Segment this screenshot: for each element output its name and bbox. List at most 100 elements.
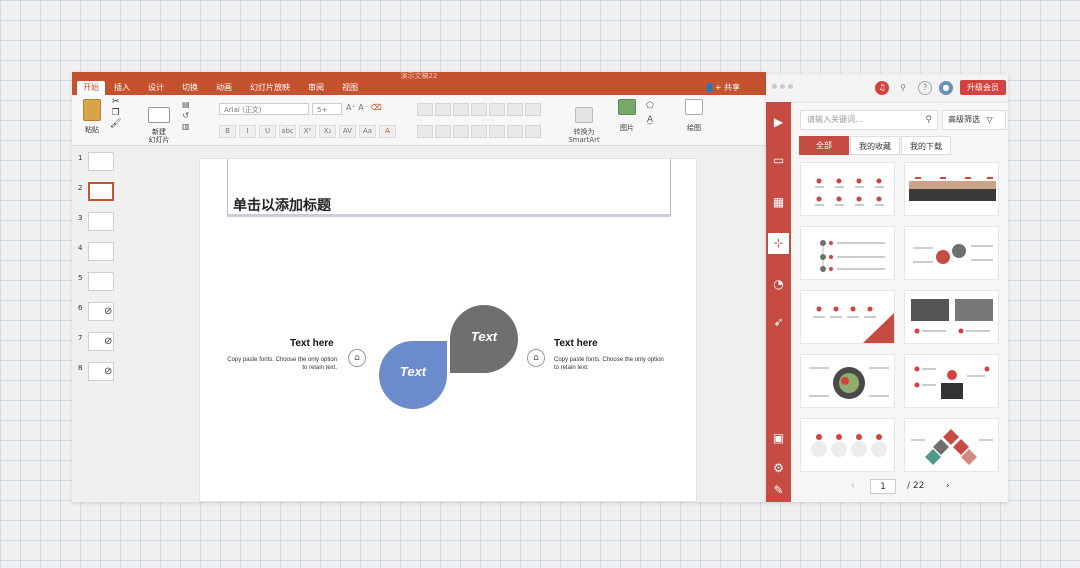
template-card[interactable]: [800, 354, 895, 408]
prev-page-icon[interactable]: ‹: [851, 481, 855, 491]
superscript-icon[interactable]: X²: [299, 125, 316, 138]
template-card[interactable]: [904, 290, 999, 344]
tab-all[interactable]: 全部: [799, 136, 849, 155]
tab-downloads[interactable]: 我的下载: [901, 136, 951, 155]
shapes-icon[interactable]: ⬠: [646, 99, 654, 113]
distribute-button[interactable]: [525, 125, 541, 138]
left-textbox-title[interactable]: Text here: [290, 338, 334, 349]
char-spacing-icon[interactable]: AV: [339, 125, 356, 138]
left-textbox-body[interactable]: Copy paste fonts. Choose the only option…: [227, 356, 337, 372]
strikethrough-icon[interactable]: abc: [279, 125, 296, 138]
template-card[interactable]: [904, 418, 999, 472]
settings-icon[interactable]: ⚙: [768, 458, 789, 479]
convert-smartart-button[interactable]: 转换为 SmartArt: [564, 99, 604, 152]
bullets-button[interactable]: [417, 103, 433, 116]
font-name-select[interactable]: Arial (正文): [219, 103, 309, 115]
advanced-filter-button[interactable]: 高级筛选 ▽: [942, 110, 1006, 130]
slide-title[interactable]: 单击以添加标题: [233, 195, 331, 215]
align-text-button[interactable]: [525, 103, 541, 116]
font-size-select[interactable]: 5+: [312, 103, 342, 115]
voice-icon[interactable]: ♫: [875, 81, 889, 95]
decrease-font-icon[interactable]: A⁻: [358, 103, 368, 112]
align-right-button[interactable]: [453, 125, 469, 138]
template-card[interactable]: [800, 162, 895, 216]
chart-icon[interactable]: ◔: [768, 274, 789, 295]
vertical-align-button[interactable]: [507, 125, 523, 138]
layout-icon[interactable]: ▣: [768, 428, 789, 449]
template-card[interactable]: [904, 162, 999, 216]
pin-icon[interactable]: ⚲: [896, 81, 910, 95]
slide-thumbnail-8[interactable]: 8 ⊘: [78, 362, 126, 382]
drawing-button[interactable]: 绘图: [682, 99, 706, 133]
next-page-icon[interactable]: ›: [946, 481, 950, 491]
slide-thumbnail-5[interactable]: 5: [78, 272, 126, 292]
slide-thumbnail-4[interactable]: 4: [78, 242, 126, 262]
align-left-button[interactable]: [417, 125, 433, 138]
template-card[interactable]: [904, 226, 999, 280]
columns-button[interactable]: [489, 125, 505, 138]
tab-favorites[interactable]: 我的收藏: [850, 136, 900, 155]
case-icon[interactable]: Aa: [359, 125, 376, 138]
format-painter-icon[interactable]: 🖌: [110, 119, 121, 130]
search-input[interactable]: 请输入关键词... ⚲: [800, 110, 938, 130]
slide[interactable]: 单击以添加标题 Text here Copy paste fonts. Choo…: [199, 158, 697, 502]
template-card[interactable]: [800, 418, 895, 472]
template-card[interactable]: [800, 226, 895, 280]
paste-button[interactable]: 粘贴: [78, 99, 106, 135]
italic-icon[interactable]: I: [239, 125, 256, 138]
tab-slideshow[interactable]: 幻灯片放映: [241, 81, 299, 95]
slide-thumbnail-3[interactable]: 3: [78, 212, 126, 232]
decrease-indent-button[interactable]: [453, 103, 469, 116]
textbox-icon[interactable]: A̲: [646, 113, 654, 127]
avatar[interactable]: ●: [939, 81, 953, 95]
tab-home[interactable]: 开始: [77, 81, 105, 95]
template-icon[interactable]: ▭: [768, 150, 789, 171]
help-icon[interactable]: ?: [918, 81, 932, 95]
slide-thumbnail-7[interactable]: 7 ⊘: [78, 332, 126, 352]
page-input[interactable]: 1: [870, 479, 896, 494]
align-center-button[interactable]: [435, 125, 451, 138]
section-icon[interactable]: ▥: [182, 121, 190, 132]
tab-insert[interactable]: 插入: [105, 81, 139, 95]
tab-transitions[interactable]: 切换: [173, 81, 207, 95]
numbering-button[interactable]: [435, 103, 451, 116]
subscript-icon[interactable]: X₂: [319, 125, 336, 138]
new-slide-button[interactable]: 新建 幻灯片: [142, 99, 176, 152]
copy-icon[interactable]: ❐: [110, 108, 121, 119]
rocket-icon[interactable]: ➶: [768, 312, 789, 333]
increase-font-icon[interactable]: A⁺: [346, 103, 356, 112]
font-color-icon[interactable]: A: [379, 125, 396, 138]
slide-thumbnail-6[interactable]: 6 ⊘: [78, 302, 126, 322]
gray-petal-text[interactable]: Text: [450, 329, 518, 344]
template-card[interactable]: [904, 354, 999, 408]
slide-thumbnail-2[interactable]: 2: [78, 182, 126, 202]
line-spacing-button[interactable]: [489, 103, 505, 116]
justify-button[interactable]: [471, 125, 487, 138]
diagram-icon[interactable]: ⊹: [768, 233, 789, 254]
bold-icon[interactable]: B: [219, 125, 236, 138]
share-button[interactable]: 👤+ 共享: [705, 81, 740, 95]
scissors-icon[interactable]: ✂: [110, 97, 121, 108]
underline-icon[interactable]: U: [259, 125, 276, 138]
text-direction-button[interactable]: [507, 103, 523, 116]
components-icon[interactable]: ▦: [768, 192, 789, 213]
tool-icon[interactable]: ✎: [768, 480, 789, 501]
upgrade-member-button[interactable]: 升级会员: [960, 80, 1006, 95]
tab-design[interactable]: 设计: [139, 81, 173, 95]
layout-icon[interactable]: ▤: [182, 99, 190, 110]
blue-petal-text[interactable]: Text: [379, 364, 447, 379]
template-card[interactable]: [800, 290, 895, 344]
picture-button[interactable]: 图片: [616, 99, 638, 133]
slide-thumbnail-1[interactable]: 1: [78, 152, 126, 172]
share-label: 共享: [724, 83, 740, 92]
search-icon[interactable]: ⚲: [925, 111, 932, 129]
tab-view[interactable]: 视图: [333, 81, 367, 95]
tab-animations[interactable]: 动画: [207, 81, 241, 95]
right-textbox-title[interactable]: Text here: [554, 338, 598, 349]
increase-indent-button[interactable]: [471, 103, 487, 116]
tab-review[interactable]: 审阅: [299, 81, 333, 95]
reset-icon[interactable]: ↺: [182, 110, 190, 121]
right-textbox-body[interactable]: Copy paste fonts. Choose the only option…: [554, 356, 664, 372]
clear-format-icon[interactable]: ⌫: [371, 103, 382, 112]
video-icon[interactable]: ▶: [768, 112, 789, 133]
